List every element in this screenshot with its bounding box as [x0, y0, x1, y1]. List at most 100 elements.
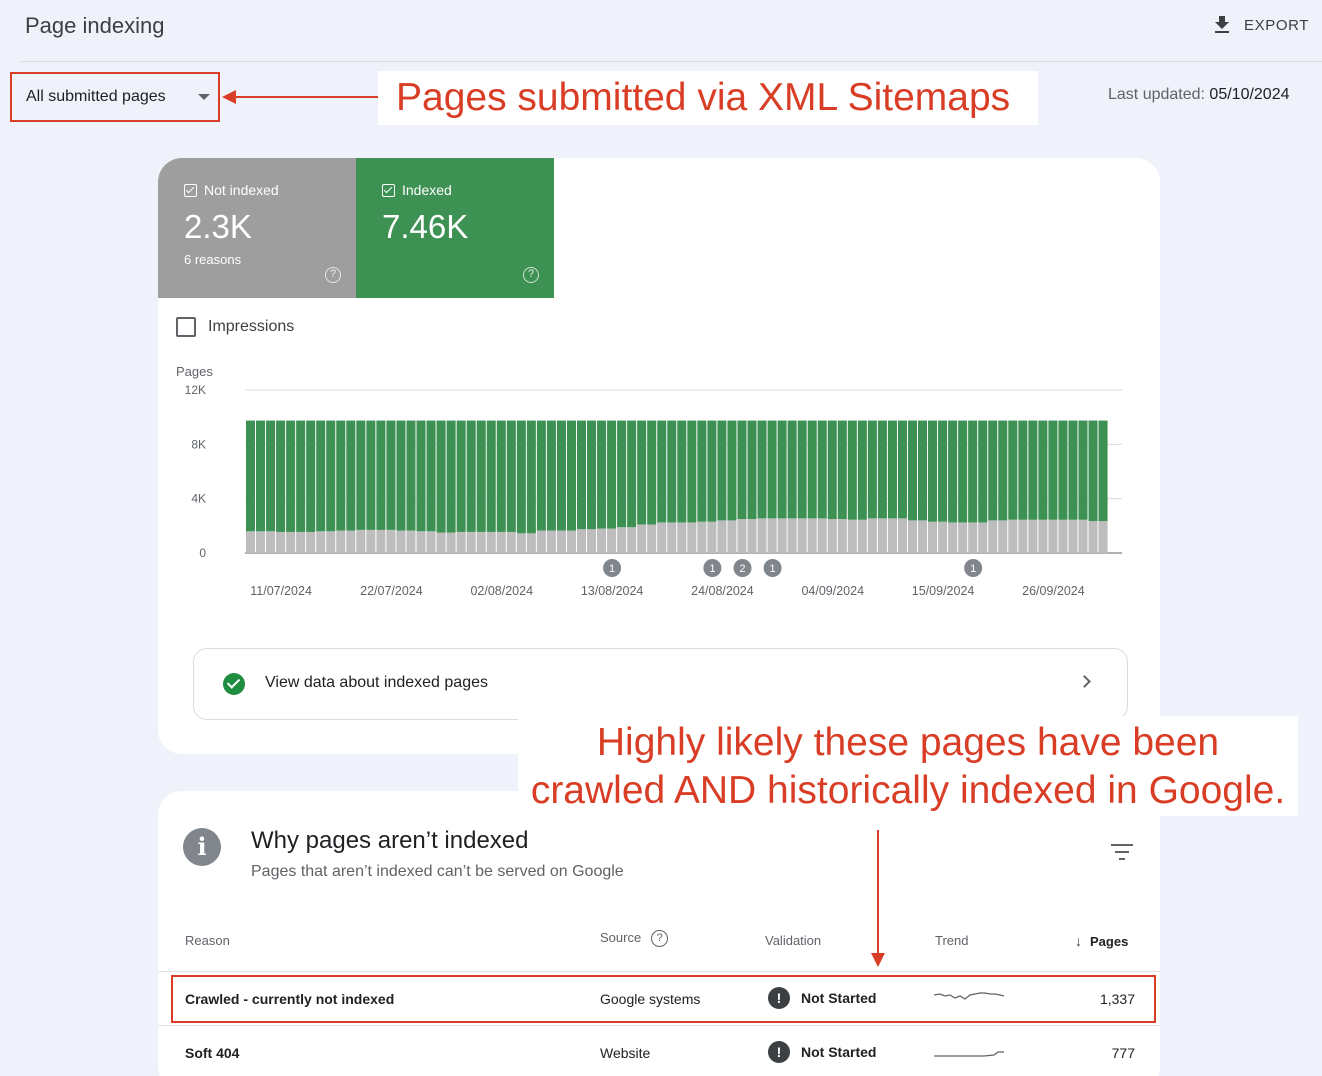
header-pages-label: Pages [1090, 934, 1129, 949]
indexed-head: Indexed [382, 182, 554, 198]
event-marker-label: 1 [709, 563, 715, 575]
bar-not-indexed [396, 530, 406, 553]
y-axis-label: Pages [176, 364, 213, 379]
bar-indexed [346, 420, 356, 531]
bar-indexed [446, 420, 456, 533]
bar-not-indexed [556, 530, 566, 553]
bar-indexed [998, 420, 1008, 521]
bar-not-indexed [907, 520, 918, 553]
x-tick-label: 15/09/2024 [912, 584, 975, 598]
bar-indexed [306, 420, 316, 532]
not-indexed-reasons: 6 reasons [184, 252, 242, 267]
bar-indexed [1028, 420, 1038, 520]
header-source[interactable]: Source? [600, 930, 669, 948]
arrow-down-icon: ↓ [1075, 933, 1082, 949]
bar-not-indexed [1038, 519, 1048, 553]
bar-not-indexed [877, 518, 887, 553]
table-row[interactable]: Soft 404 Website ! Not Started 777 [158, 1025, 1160, 1076]
header-pages[interactable]: ↓ Pages [1075, 933, 1128, 949]
bar-indexed [627, 420, 637, 528]
last-updated-label: Last updated: [1108, 86, 1205, 103]
bar-indexed [316, 420, 326, 532]
bar-indexed [747, 420, 757, 520]
bar-not-indexed [928, 521, 938, 553]
row-pages: 777 [1111, 1045, 1135, 1061]
bar-not-indexed [847, 519, 857, 553]
bar-indexed [1038, 420, 1048, 520]
bar-indexed [717, 420, 727, 521]
not-indexed-tile[interactable]: Not indexed 2.3K 6 reasons ? [158, 158, 356, 298]
annotation-arrow-icon [871, 830, 885, 967]
bar-not-indexed [336, 530, 346, 553]
impressions-checkbox[interactable]: Impressions [176, 317, 294, 337]
bar-indexed [797, 420, 807, 519]
bar-not-indexed [546, 530, 556, 553]
annotation-line: crawled AND historically indexed in Goog… [530, 769, 1286, 812]
bar-indexed [777, 420, 787, 519]
bar-indexed [687, 420, 697, 523]
annotation-line: Highly likely these pages have been [596, 721, 1220, 764]
alert-icon: ! [768, 1041, 790, 1063]
bar-not-indexed [1008, 519, 1018, 553]
view-indexed-pages-link[interactable]: View data about indexed pages [193, 648, 1128, 720]
header-validation[interactable]: Validation [765, 933, 821, 948]
bar-indexed [326, 420, 336, 532]
bar-not-indexed [837, 519, 847, 553]
bar-indexed [657, 420, 667, 523]
bar-not-indexed [486, 531, 496, 553]
help-icon[interactable]: ? [325, 267, 341, 283]
bar-not-indexed [817, 518, 827, 553]
bar-not-indexed [1048, 519, 1058, 553]
bar-indexed [817, 420, 827, 519]
impressions-label: Impressions [208, 318, 295, 335]
bar-not-indexed [566, 530, 576, 553]
bar-not-indexed [1028, 519, 1038, 553]
bar-indexed [1048, 420, 1058, 520]
bar-indexed [647, 420, 657, 525]
checkbox-checked-icon [382, 183, 395, 197]
bar-not-indexed [406, 530, 416, 553]
caret-down-icon [198, 94, 210, 100]
bar-indexed [887, 420, 897, 519]
bar-not-indexed [386, 529, 396, 553]
bar-not-indexed [968, 522, 978, 553]
bar-not-indexed [948, 522, 958, 553]
event-marker-label: 1 [609, 563, 615, 575]
bar-indexed [466, 420, 476, 532]
filter-icon[interactable] [1111, 843, 1133, 861]
help-icon[interactable]: ? [523, 267, 539, 283]
bar-indexed [948, 420, 958, 523]
bar-indexed [958, 420, 968, 523]
bar-not-indexed [576, 529, 587, 553]
filter-selected-value: All submitted pages [26, 88, 166, 105]
bar-indexed [617, 420, 627, 528]
bar-indexed [837, 420, 847, 520]
help-icon[interactable]: ? [651, 930, 669, 948]
bar-not-indexed [617, 527, 627, 553]
page-filter-dropdown[interactable]: All submitted pages [10, 72, 220, 122]
bar-indexed [907, 420, 918, 521]
x-tick-label: 26/09/2024 [1022, 584, 1085, 598]
bar-indexed [857, 420, 867, 520]
bar-not-indexed [697, 521, 707, 553]
bar-not-indexed [657, 522, 667, 553]
bar-not-indexed [256, 531, 266, 553]
y-tick-label: 4K [191, 492, 206, 506]
bar-not-indexed [416, 531, 426, 553]
bar-not-indexed [1018, 519, 1028, 553]
bar-not-indexed [466, 531, 476, 553]
bar-indexed [506, 420, 516, 532]
header-reason[interactable]: Reason [185, 933, 230, 948]
export-button[interactable]: EXPORT [1210, 10, 1309, 40]
bar-not-indexed [366, 529, 376, 553]
bar-indexed [336, 420, 346, 531]
bar-indexed [476, 420, 486, 532]
indexed-tile[interactable]: Indexed 7.46K ? [356, 158, 554, 298]
section-subtitle: Pages that aren’t indexed can’t be serve… [251, 863, 624, 880]
bar-not-indexed [1088, 521, 1098, 553]
bar-indexed [376, 420, 386, 530]
bar-not-indexed [717, 520, 727, 553]
bar-not-indexed [918, 520, 928, 553]
bar-not-indexed [597, 528, 607, 553]
not-indexed-value: 2.3K [184, 208, 252, 245]
